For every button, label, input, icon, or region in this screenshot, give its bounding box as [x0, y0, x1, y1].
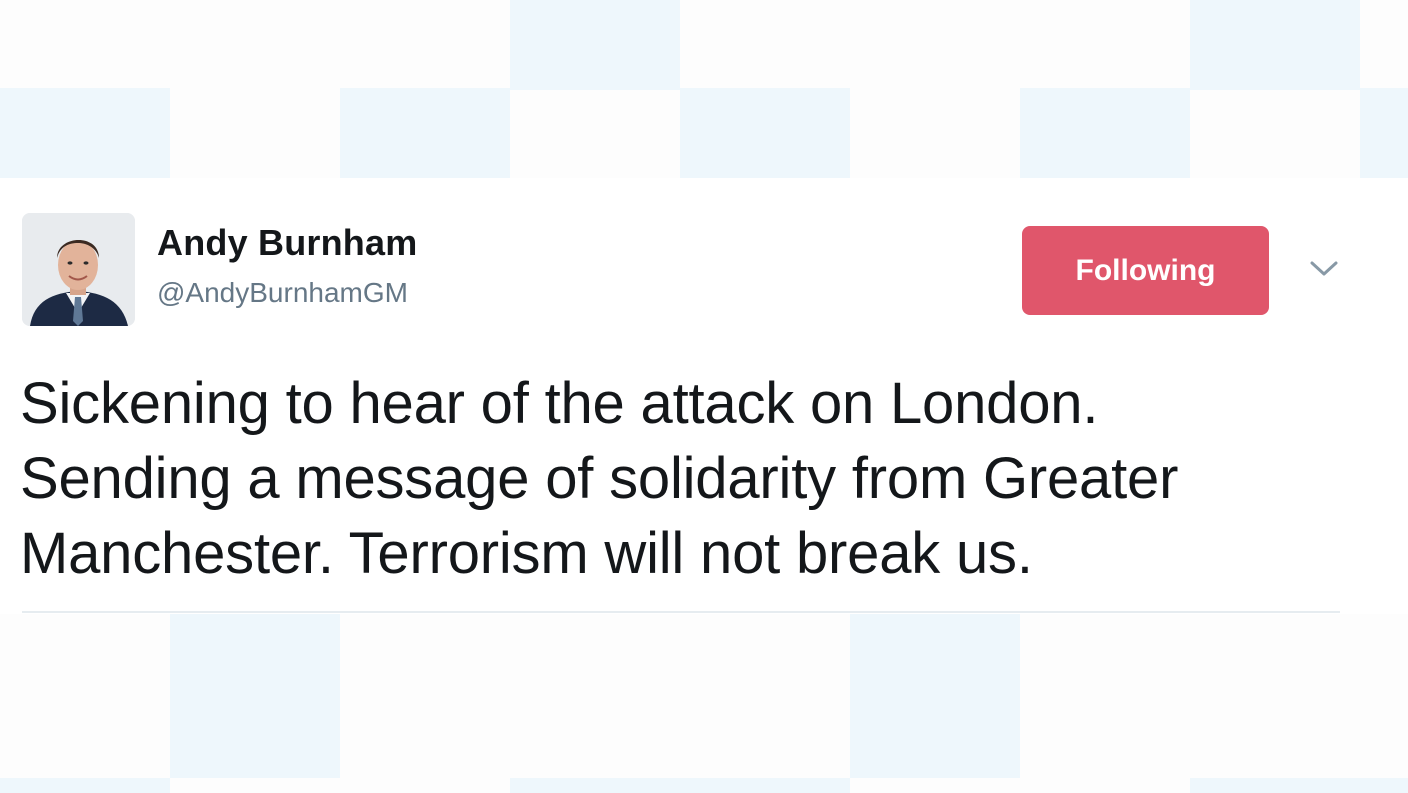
background-tile — [510, 778, 850, 793]
chevron-down-icon — [1310, 261, 1338, 276]
tweet-menu-button[interactable] — [1305, 254, 1343, 284]
tweet-card: Andy Burnham @AndyBurnhamGM Following Si… — [0, 178, 1408, 614]
background-tile — [510, 0, 680, 90]
tweet-text: Sickening to hear of the attack on Londo… — [20, 371, 1179, 586]
background-tile — [680, 88, 850, 178]
following-button[interactable]: Following — [1022, 226, 1269, 315]
background-tile — [0, 778, 170, 793]
background-tile — [170, 614, 340, 778]
author-name[interactable]: Andy Burnham — [157, 222, 417, 264]
author-handle[interactable]: @AndyBurnhamGM — [157, 277, 408, 309]
background-tile — [0, 88, 170, 178]
divider — [22, 611, 1340, 613]
profile-photo-icon — [22, 213, 135, 326]
background-tile — [1020, 88, 1190, 178]
background-tile — [1190, 0, 1360, 90]
background-tile — [850, 614, 1020, 778]
background-tile — [1190, 778, 1408, 793]
tweet-screenshot: Andy Burnham @AndyBurnhamGM Following Si… — [0, 0, 1408, 793]
avatar[interactable] — [22, 213, 135, 326]
background-tile — [1360, 88, 1408, 178]
background-tile — [340, 88, 510, 178]
